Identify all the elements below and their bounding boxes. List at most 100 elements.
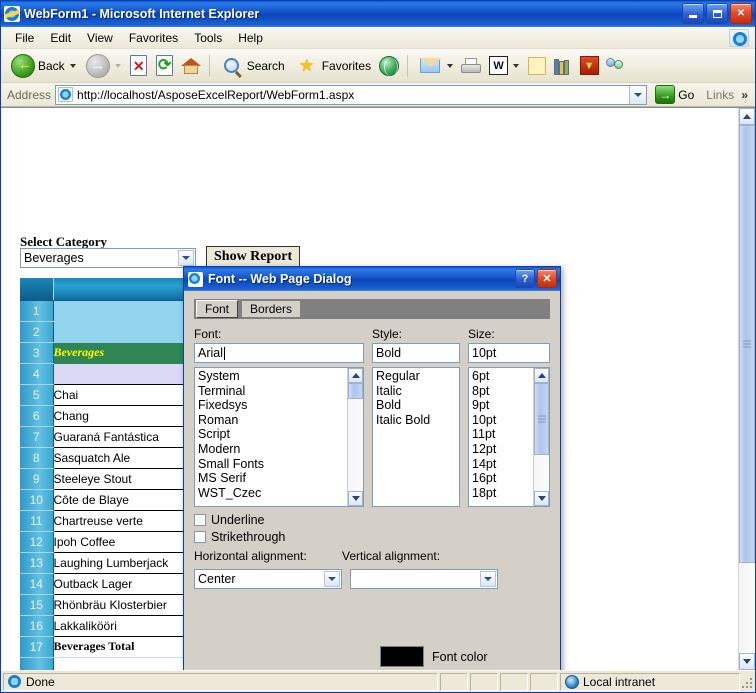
dialog-close-button[interactable]: ✕ — [537, 269, 557, 288]
style-input[interactable]: Bold — [372, 343, 460, 363]
row-header-14[interactable]: 14 — [20, 573, 54, 595]
home-button[interactable] — [179, 54, 203, 78]
row-header-1[interactable]: 1 — [20, 300, 54, 322]
refresh-button[interactable]: ⟳ — [153, 54, 177, 78]
download-button[interactable]: ▼ — [577, 54, 601, 78]
menu-item-help[interactable]: Help — [230, 29, 271, 47]
scroll-up-icon[interactable] — [348, 368, 363, 383]
font-color-row[interactable]: Font color — [380, 646, 499, 667]
list-item[interactable]: Roman — [198, 413, 363, 428]
list-item[interactable]: System — [198, 369, 363, 384]
row-header-8[interactable]: 8 — [20, 447, 54, 469]
page-scrollbar[interactable] — [738, 108, 755, 670]
row-header-11[interactable]: 11 — [20, 510, 54, 532]
row-header-15[interactable]: 15 — [20, 594, 54, 616]
list-item[interactable]: Script — [198, 427, 363, 442]
resize-grip-icon[interactable] — [740, 676, 752, 688]
scroll-up-button[interactable] — [739, 108, 755, 125]
scroll-thumb[interactable] — [348, 383, 363, 399]
list-item[interactable]: Small Fonts — [198, 457, 363, 472]
size-listbox[interactable]: 6pt 8pt 9pt 10pt 11pt 12pt 14pt 16pt 18p… — [468, 367, 550, 507]
mail-dropdown-icon[interactable] — [447, 63, 454, 68]
row-header-16[interactable]: 16 — [20, 615, 54, 637]
menu-item-view[interactable]: View — [79, 29, 121, 47]
scroll-down-icon[interactable] — [534, 491, 549, 506]
style-listbox[interactable]: Regular Italic Bold Italic Bold — [372, 367, 460, 507]
font-listbox[interactable]: System Terminal Fixedsys Roman Script Mo… — [194, 367, 364, 507]
row-header-17[interactable]: 17 — [20, 636, 54, 658]
scroll-track[interactable] — [534, 383, 549, 491]
halign-select[interactable]: Center — [194, 569, 342, 589]
show-report-button[interactable]: Show Report — [206, 246, 301, 268]
scroll-thumb[interactable] — [534, 383, 549, 455]
font-list-scrollbar[interactable] — [347, 368, 363, 506]
page-scroll-thumb[interactable] — [739, 125, 755, 563]
maximize-button[interactable] — [706, 3, 728, 24]
menu-item-tools[interactable]: Tools — [186, 29, 230, 47]
row-header-2[interactable]: 2 — [20, 321, 54, 343]
chevron-down-icon[interactable] — [480, 571, 496, 587]
edit-dropdown-icon[interactable] — [513, 63, 520, 68]
sheet-corner[interactable] — [20, 278, 54, 301]
history-button[interactable] — [377, 54, 401, 78]
tab-font[interactable]: Font — [196, 300, 239, 318]
row-header-3[interactable]: 3 — [20, 342, 54, 364]
dialog-help-button[interactable]: ? — [515, 269, 535, 288]
row-header-13[interactable]: 13 — [20, 552, 54, 574]
row-header-6[interactable]: 6 — [20, 405, 54, 427]
page-scroll-track[interactable] — [739, 125, 755, 653]
row-header-5[interactable]: 5 — [20, 384, 54, 406]
list-item[interactable]: Modern — [198, 442, 363, 457]
font-color-swatch[interactable] — [380, 646, 424, 667]
strikethrough-checkbox[interactable] — [194, 531, 206, 543]
underline-row[interactable]: Underline — [194, 513, 550, 527]
back-dropdown-icon[interactable] — [69, 63, 76, 68]
row-header-18[interactable] — [20, 657, 54, 670]
row-header-4[interactable]: 4 — [20, 363, 54, 385]
forward-dropdown-icon[interactable] — [114, 63, 121, 68]
address-dropdown-icon[interactable] — [629, 85, 647, 104]
back-button[interactable]: ← Back — [7, 52, 80, 80]
close-button[interactable]: ✕ — [730, 3, 752, 24]
edit-button[interactable]: W — [485, 52, 523, 80]
category-select[interactable]: Beverages — [20, 248, 196, 268]
list-item[interactable]: MS Serif — [198, 471, 363, 486]
links-overflow-icon[interactable]: » — [738, 88, 751, 102]
favorites-button[interactable]: ★ Favorites — [291, 52, 375, 80]
scroll-down-button[interactable] — [739, 653, 755, 670]
scroll-track[interactable] — [348, 383, 363, 491]
menu-item-favorites[interactable]: Favorites — [121, 29, 186, 47]
mail-button[interactable] — [414, 52, 457, 80]
row-header-10[interactable]: 10 — [20, 489, 54, 511]
list-item[interactable]: Terminal — [198, 384, 363, 399]
address-input[interactable]: http://localhost/AsposeExcelReport/WebFo… — [55, 84, 648, 105]
stop-button[interactable]: ✕ — [127, 54, 151, 78]
list-item[interactable]: Regular — [376, 369, 459, 384]
size-input[interactable]: 10pt — [468, 343, 550, 363]
menu-item-edit[interactable]: Edit — [42, 29, 79, 47]
list-item[interactable]: Bold — [376, 398, 459, 413]
strikethrough-row[interactable]: Strikethrough — [194, 530, 550, 544]
list-item[interactable]: WST_Czec — [198, 486, 363, 501]
forward-button[interactable]: → — [82, 52, 125, 80]
valign-select[interactable] — [350, 569, 498, 589]
print-button[interactable] — [459, 54, 483, 78]
chevron-down-icon[interactable] — [324, 571, 340, 587]
row-header-12[interactable]: 12 — [20, 531, 54, 553]
menu-item-file[interactable]: File — [7, 29, 42, 47]
font-input[interactable]: Arial — [194, 343, 364, 363]
go-button[interactable]: → Go — [651, 85, 698, 104]
chevron-down-icon[interactable] — [178, 250, 194, 266]
security-zone[interactable]: Local intranet — [560, 672, 740, 691]
size-list-scrollbar[interactable] — [533, 368, 549, 506]
research-button[interactable] — [551, 54, 575, 78]
minimize-button[interactable] — [682, 3, 704, 24]
list-item[interactable]: Italic Bold — [376, 413, 459, 428]
row-header-7[interactable]: 7 — [20, 426, 54, 448]
links-label[interactable]: Links — [702, 88, 734, 102]
search-button[interactable]: Search — [216, 52, 289, 80]
list-item[interactable]: Italic — [376, 384, 459, 399]
underline-checkbox[interactable] — [194, 514, 206, 526]
scroll-up-icon[interactable] — [534, 368, 549, 383]
messenger-button[interactable] — [603, 54, 627, 78]
